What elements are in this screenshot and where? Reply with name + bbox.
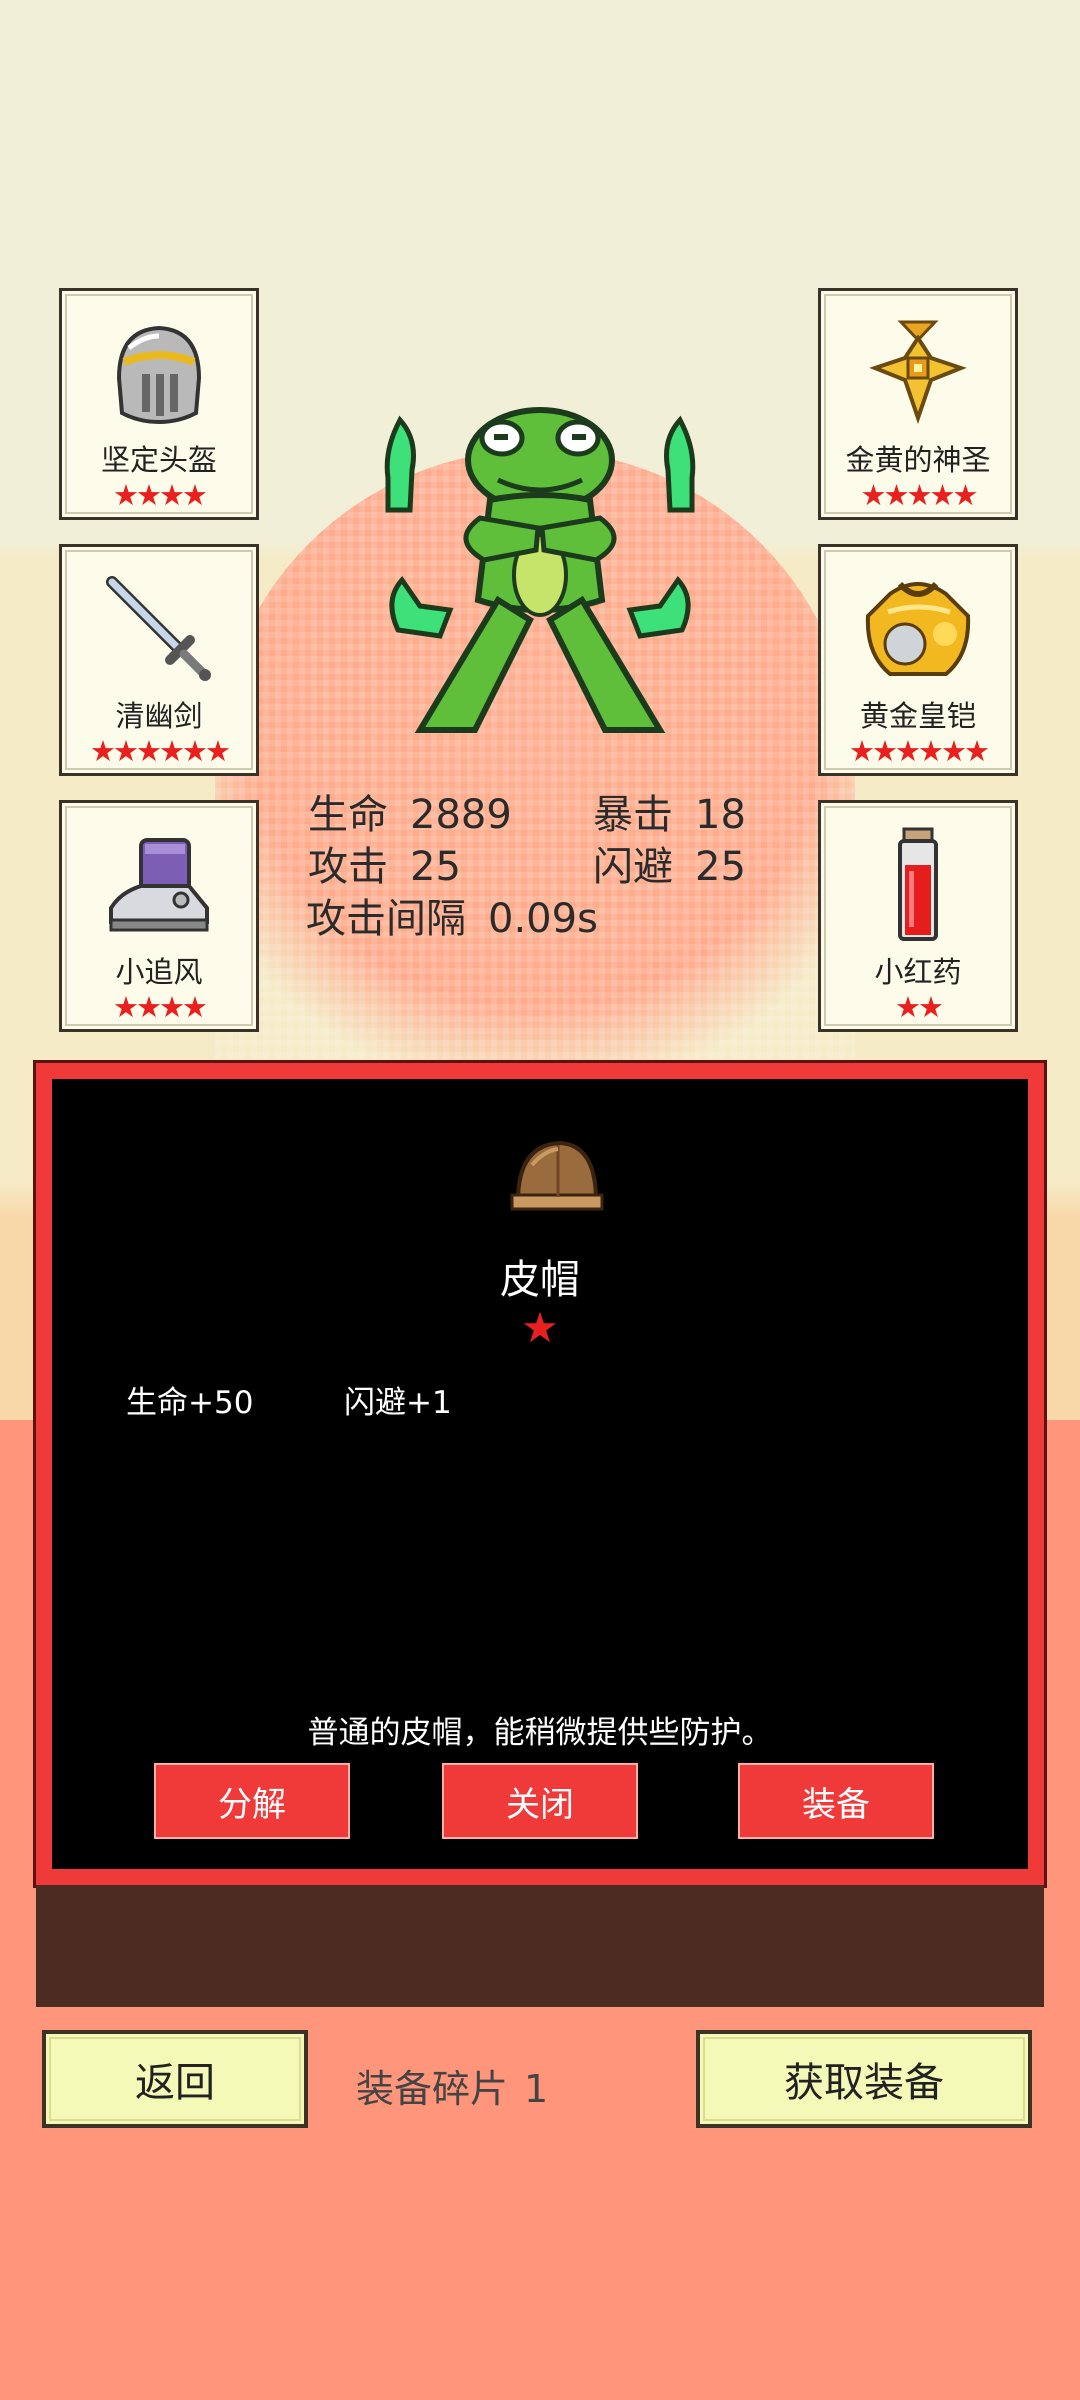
item-attribute: 闪避+1 (344, 1385, 452, 1421)
equip-stars: ★★★★★ (860, 478, 979, 512)
equip-name: 金黄的神圣 (845, 443, 991, 477)
sword-icon (99, 569, 219, 689)
equip-name: 小追风 (115, 955, 203, 989)
stat-hp-label: 生命 (308, 792, 388, 838)
item-stars: ★ (521, 1303, 559, 1352)
stat-dodge-value: 25 (695, 844, 746, 890)
fragments-count: 1 (524, 2067, 549, 2111)
equip-slot-weapon[interactable]: 清幽剑 ★★★★★★ (59, 544, 259, 776)
stat-crit-label: 暴击 (593, 792, 673, 838)
equip-stars: ★★★★ (113, 478, 208, 512)
stat-interval-label: 攻击间隔 (306, 896, 466, 942)
close-button[interactable]: 关闭 (442, 1763, 638, 1839)
equip-stars: ★★★★★★ (90, 734, 231, 768)
stat-dodge: 闪避 25 (593, 834, 746, 892)
equip-slot-armor[interactable]: 黄金皇铠 ★★★★★★ (818, 544, 1018, 776)
stat-attack-interval: 攻击间隔 0.09s (306, 886, 598, 944)
stat-attack-label: 攻击 (308, 844, 388, 890)
stat-attack-value: 25 (410, 844, 461, 890)
stat-crit: 暴击 18 (593, 782, 746, 840)
equip-name: 清幽剑 (115, 699, 203, 733)
helmet-icon (99, 313, 219, 433)
stat-hp-value: 2889 (410, 792, 512, 838)
gold-armor-icon (858, 569, 978, 689)
stat-dodge-label: 闪避 (593, 844, 673, 890)
equipment-fragments: 装备碎片 1 (356, 2058, 548, 2113)
stat-crit-value: 18 (695, 792, 746, 838)
equip-slot-amulet[interactable]: 金黄的神圣 ★★★★★ (818, 288, 1018, 520)
item-name: 皮帽 (500, 1257, 580, 1303)
stat-interval-value: 0.09s (488, 896, 598, 942)
decompose-button[interactable]: 分解 (154, 1763, 350, 1839)
equip-button[interactable]: 装备 (738, 1763, 934, 1839)
equip-slot-potion[interactable]: 小红药 ★★ (818, 800, 1018, 1032)
back-button[interactable]: 返回 (42, 2030, 308, 2128)
fragments-label: 装备碎片 (356, 2067, 509, 2111)
equip-slot-helmet[interactable]: 坚定头盔 ★★★★ (59, 288, 259, 520)
frog-hero-icon (380, 400, 700, 750)
inventory-strip (36, 1885, 1044, 2007)
gold-amulet-icon (858, 313, 978, 433)
equip-slot-boots[interactable]: 小追风 ★★★★ (59, 800, 259, 1032)
get-equipment-button[interactable]: 获取装备 (696, 2030, 1032, 2128)
stat-attack: 攻击 25 (308, 834, 461, 892)
stat-hp: 生命 2889 (308, 782, 512, 840)
red-potion-icon (858, 825, 978, 945)
equip-name: 坚定头盔 (100, 443, 217, 477)
item-description: 普通的皮帽，能稍微提供些防护。 (307, 1715, 773, 1751)
equip-stars: ★★★★★★ (849, 734, 990, 768)
item-detail-dialog: 皮帽 ★ 生命+50 闪避+1 普通的皮帽，能稍微提供些防护。 分解 关闭 装备 (33, 1060, 1047, 1888)
equip-name: 小红药 (874, 955, 962, 989)
equip-stars: ★★ (895, 990, 944, 1024)
item-attribute: 生命+50 (126, 1385, 254, 1421)
leather-cap-icon (508, 1135, 604, 1215)
equip-stars: ★★★★ (113, 990, 208, 1024)
equip-name: 黄金皇铠 (859, 699, 976, 733)
boot-icon (99, 825, 219, 945)
